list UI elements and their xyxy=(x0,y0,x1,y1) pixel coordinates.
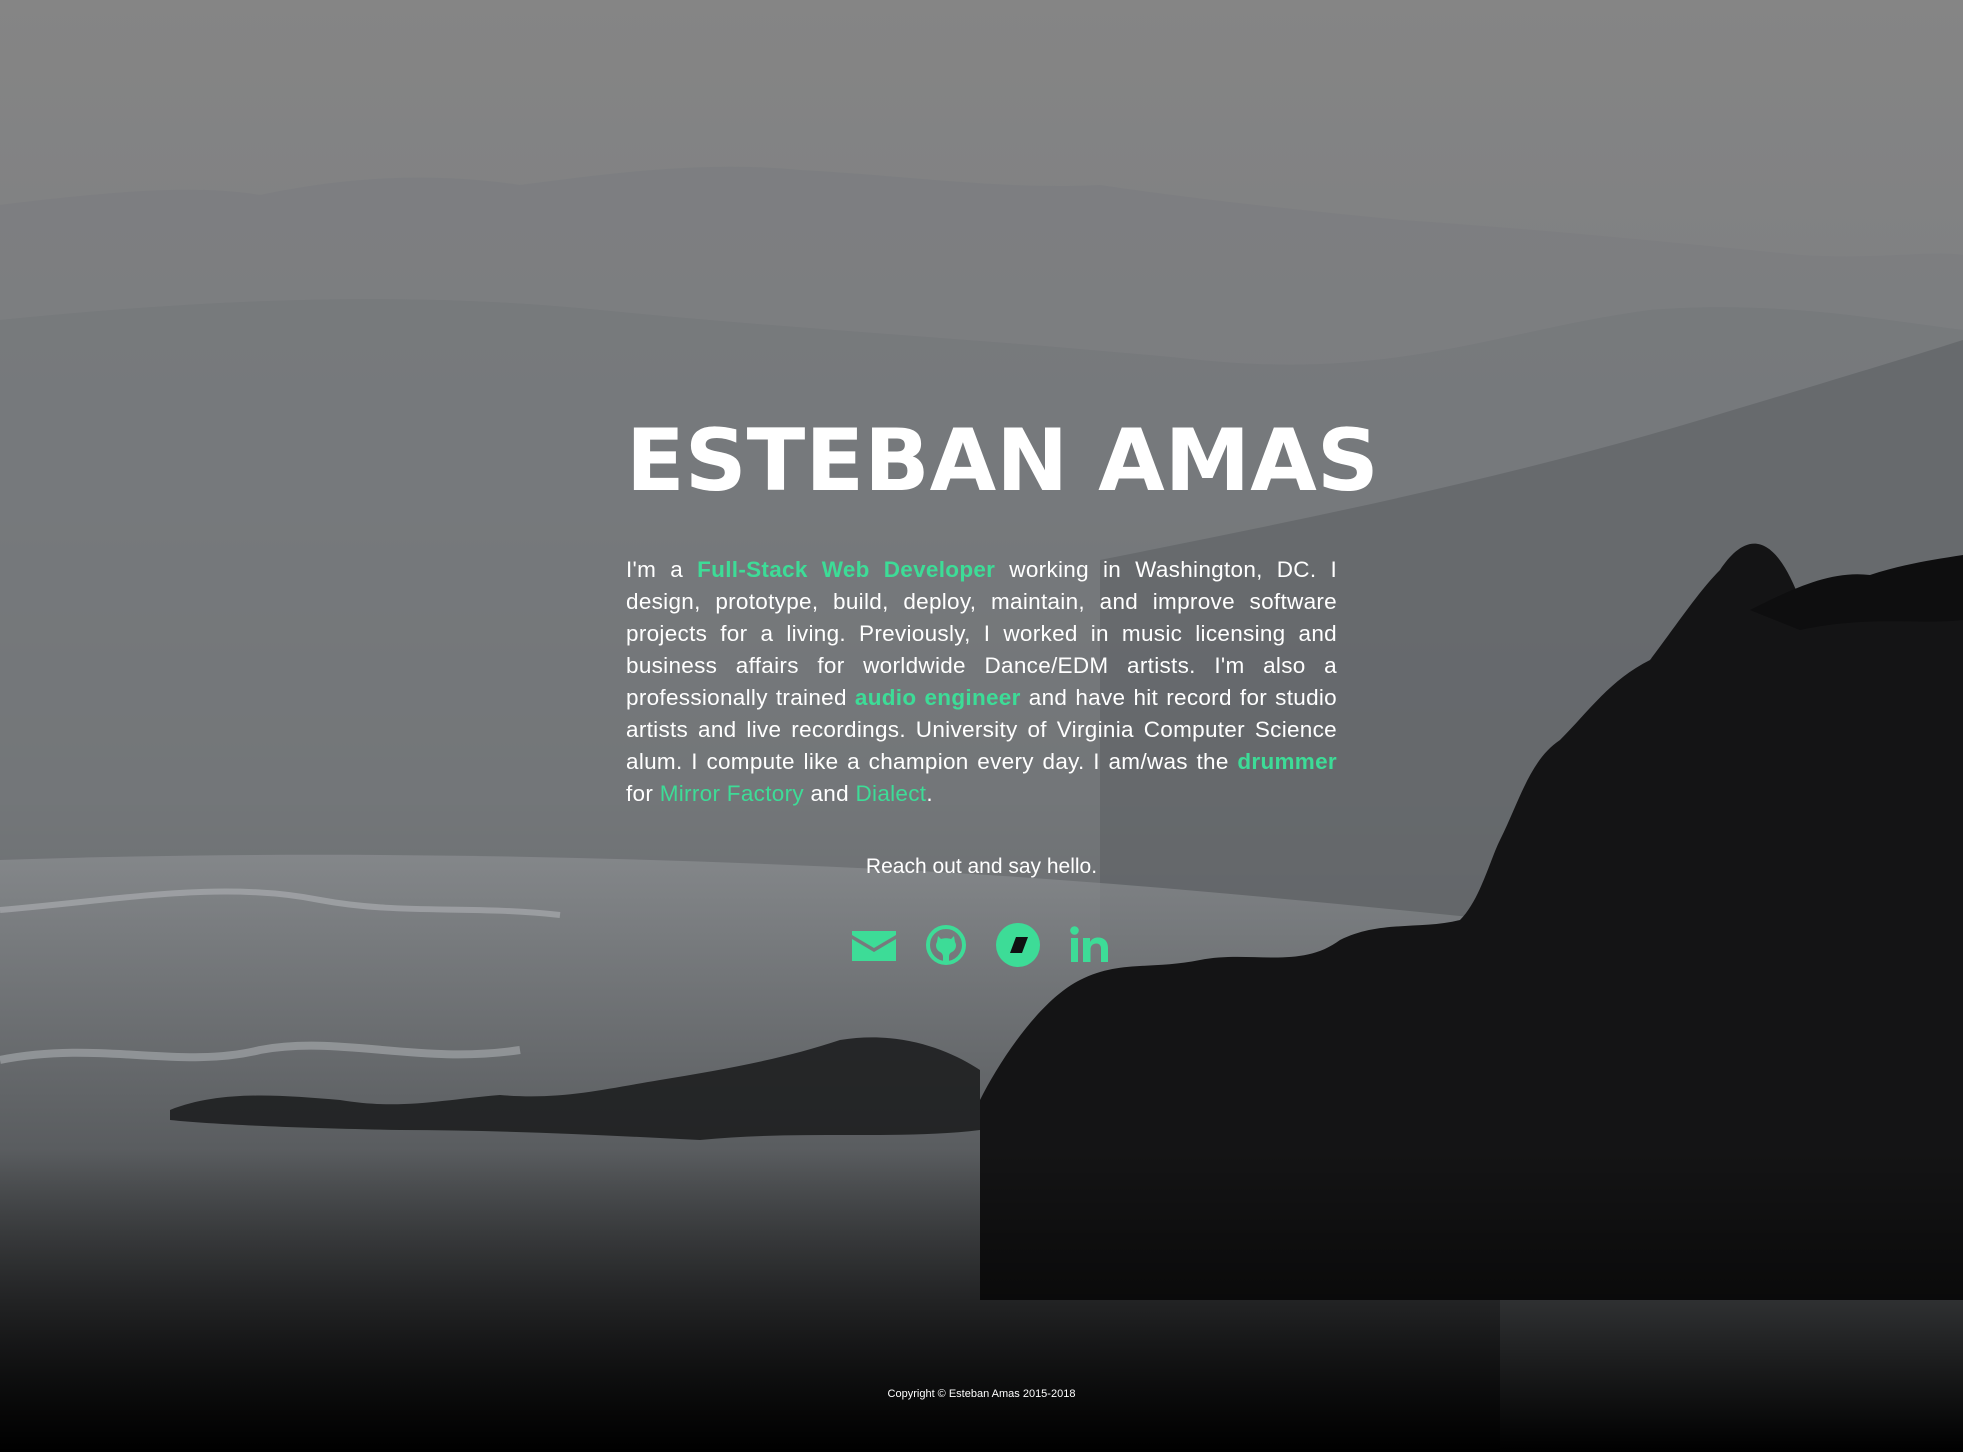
email-link[interactable] xyxy=(850,921,898,969)
contact-prompt: Reach out and say hello. xyxy=(865,855,1098,878)
github-link[interactable] xyxy=(922,921,970,969)
bio-text: and xyxy=(803,781,856,806)
codepen-link[interactable] xyxy=(994,921,1042,969)
audio-engineer-highlight: audio engineer xyxy=(854,685,1021,710)
linkedin-icon xyxy=(1069,926,1108,962)
dialect-link[interactable]: Dialect xyxy=(855,781,926,806)
bio-text: I'm a xyxy=(626,557,698,582)
bio-text: . xyxy=(926,781,933,806)
envelope-icon xyxy=(851,931,896,961)
drummer-highlight: drummer xyxy=(1237,749,1337,774)
page-title: ESTEBAN AMAS xyxy=(626,411,1379,511)
github-icon xyxy=(925,925,966,965)
role-highlight: Full-Stack Web Developer xyxy=(697,557,996,582)
bio-paragraph: I'm a Full-Stack Web Developer working i… xyxy=(626,554,1337,810)
bio-text: for xyxy=(626,781,660,806)
social-links xyxy=(626,921,1337,969)
mirror-factory-link[interactable]: Mirror Factory xyxy=(660,781,804,806)
codepen-icon xyxy=(995,923,1040,967)
footer-copyright: Copyright © Esteban Amas 2015-2018 xyxy=(887,1388,1076,1400)
hero: ESTEBAN AMAS I'm a Full-Stack Web Develo… xyxy=(626,405,1379,969)
linkedin-link[interactable] xyxy=(1066,921,1114,969)
